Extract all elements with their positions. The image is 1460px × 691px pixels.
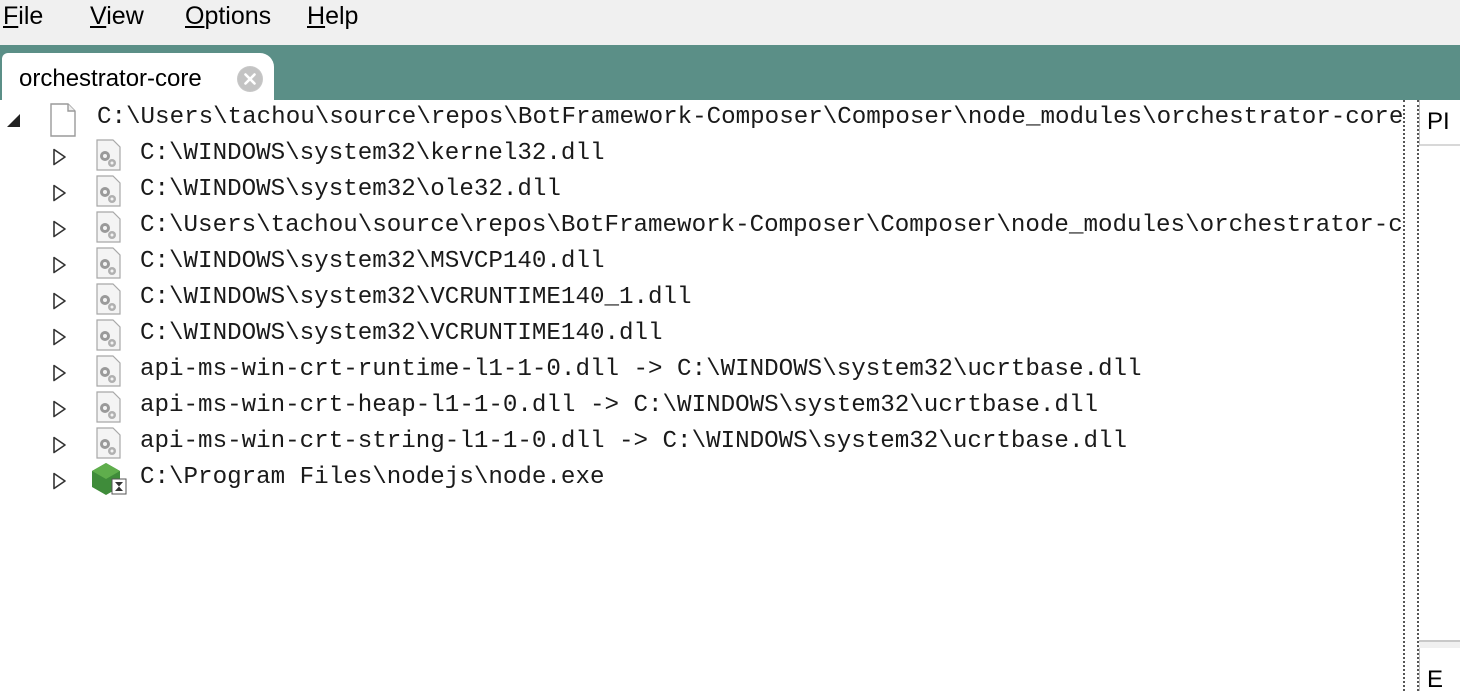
dll-gear-icon (92, 210, 126, 244)
menu-help[interactable]: Help (307, 2, 358, 31)
tab-orchestrator-core[interactable]: orchestrator-core (2, 53, 274, 101)
pane-divider[interactable] (1419, 640, 1460, 648)
tree-node[interactable]: C:\Program Files\nodejs\node.exe (0, 460, 1403, 496)
collapsed-triangle-icon[interactable] (52, 292, 68, 310)
dll-gear-icon (92, 282, 126, 316)
collapsed-triangle-icon[interactable] (52, 220, 68, 238)
collapsed-triangle-icon[interactable] (52, 400, 68, 418)
menu-bar: File View Options Help (0, 0, 1460, 45)
pane-header-bottom[interactable]: E (1419, 648, 1460, 691)
dll-gear-icon (92, 246, 126, 280)
tree-node[interactable]: C:\WINDOWS\system32\MSVCP140.dll (0, 244, 1403, 280)
tree-node[interactable]: C:\WINDOWS\system32\VCRUNTIME140.dll (0, 316, 1403, 352)
tree-node-text: C:\WINDOWS\system32\kernel32.dll (140, 140, 605, 167)
menu-file[interactable]: File (3, 2, 43, 31)
menu-view-accel: V (90, 2, 107, 30)
dll-gear-icon (92, 174, 126, 208)
tree-node[interactable]: api-ms-win-crt-runtime-l1-1-0.dll -> C:\… (0, 352, 1403, 388)
tree-node-text: C:\WINDOWS\system32\MSVCP140.dll (140, 248, 605, 275)
dll-gear-icon (92, 318, 126, 352)
menu-help-accel: H (307, 2, 326, 30)
dll-gear-icon (92, 390, 126, 424)
menu-help-label: elp (325, 2, 359, 30)
tree-node-text: C:\WINDOWS\system32\ole32.dll (140, 176, 561, 203)
tree-root-text: C:\Users\tachou\source\repos\BotFramewor… (97, 104, 1403, 131)
collapsed-triangle-icon[interactable] (52, 436, 68, 454)
pane-header-top-label: PI (1427, 108, 1450, 135)
tree-node-text: api-ms-win-crt-runtime-l1-1-0.dll -> C:\… (140, 356, 1142, 383)
tree-node-text: C:\WINDOWS\system32\VCRUNTIME140.dll (140, 320, 663, 347)
collapsed-triangle-icon[interactable] (52, 364, 68, 382)
pane-splitter[interactable] (1403, 100, 1419, 691)
dll-gear-icon (92, 354, 126, 388)
dll-gear-icon (92, 138, 126, 172)
menu-options[interactable]: Options (185, 2, 271, 31)
collapsed-triangle-icon[interactable] (52, 148, 68, 166)
tree-node[interactable]: api-ms-win-crt-heap-l1-1-0.dll -> C:\WIN… (0, 388, 1403, 424)
menu-file-label: ile (18, 2, 44, 30)
expanded-triangle-icon[interactable] (5, 112, 21, 130)
tab-label: orchestrator-core (19, 65, 202, 92)
nodejs-exe-icon (90, 462, 128, 496)
tree-node-text: C:\Program Files\nodejs\node.exe (140, 464, 605, 491)
collapsed-triangle-icon[interactable] (52, 472, 68, 490)
menu-file-accel: F (3, 2, 19, 30)
pane-header-top[interactable]: PI (1419, 100, 1460, 146)
file-icon (48, 103, 78, 137)
tree-node-text: api-ms-win-crt-string-l1-1-0.dll -> C:\W… (140, 428, 1128, 455)
menu-view-label: iew (106, 2, 144, 30)
dll-gear-icon (92, 426, 126, 460)
close-circle-icon[interactable] (237, 66, 263, 92)
menu-view[interactable]: View (90, 2, 144, 31)
tree-node-text: C:\Users\tachou\source\repos\BotFramewor… (140, 212, 1403, 239)
document-tab-strip: orchestrator-core (0, 45, 1460, 101)
collapsed-triangle-icon[interactable] (52, 184, 68, 202)
right-pane: PI E (1419, 100, 1460, 691)
tree-node[interactable]: C:\WINDOWS\system32\ole32.dll (0, 172, 1403, 208)
tree-node[interactable]: C:\WINDOWS\system32\kernel32.dll (0, 136, 1403, 172)
menu-options-label: ptions (204, 2, 272, 30)
collapsed-triangle-icon[interactable] (52, 328, 68, 346)
pane-header-bottom-label: E (1427, 666, 1444, 691)
tree-node[interactable]: C:\WINDOWS\system32\VCRUNTIME140_1.dll (0, 280, 1403, 316)
tree-node-text: api-ms-win-crt-heap-l1-1-0.dll -> C:\WIN… (140, 392, 1098, 419)
menu-options-accel: O (185, 2, 205, 30)
tree-node[interactable]: api-ms-win-crt-string-l1-1-0.dll -> C:\W… (0, 424, 1403, 460)
tree-node-text: C:\WINDOWS\system32\VCRUNTIME140_1.dll (140, 284, 692, 311)
dependency-tree[interactable]: C:\Users\tachou\source\repos\BotFramewor… (0, 100, 1403, 691)
collapsed-triangle-icon[interactable] (52, 256, 68, 274)
tree-root-row[interactable]: C:\Users\tachou\source\repos\BotFramewor… (0, 100, 1403, 137)
tree-node[interactable]: C:\Users\tachou\source\repos\BotFramewor… (0, 208, 1403, 244)
